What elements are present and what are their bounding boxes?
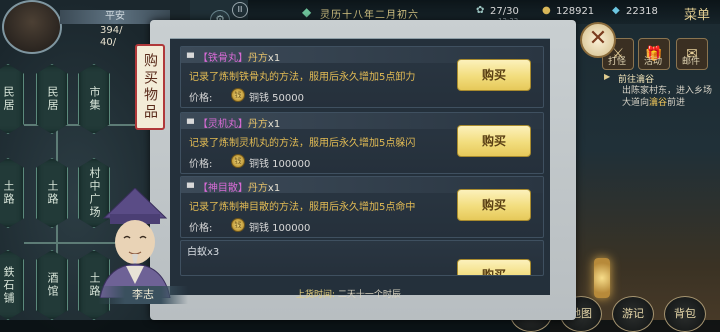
nav-bag-button[interactable]: 背包 [664,296,706,332]
stamina-icon: ✿ [476,5,485,16]
gem-balance: 22318 [626,6,658,17]
calendar-icon: ◆ [302,5,312,19]
quest-text: 前进 [667,98,686,108]
item-quantity: x1 [267,53,281,64]
quest-destination: 瀹谷 [649,98,668,108]
item-price: 铜钱 100000 [249,159,311,170]
copper-coin-icon: 钱 [231,88,245,102]
item-title: ▀ 【灵机丸】丹方x1 [187,115,280,130]
item-description: 记录了炼制神目散的方法，服用后永久增加5点命中 [189,202,416,213]
nav-journal-button[interactable]: 游记 [612,296,654,332]
copper-coin-icon: 钱 [231,218,245,232]
map-node-tavern[interactable]: 酒馆 [36,250,68,320]
shop-item: ▀ 【神目散】丹方x1 记录了炼制神目散的方法，服用后永久增加5点命中 价格: 钱… [180,176,544,238]
map-node-smithy[interactable]: 鉄石铺 [0,250,24,320]
map-node-minju[interactable]: 民居 [0,64,24,134]
map-node-dirt-road[interactable]: 土路 [0,158,24,228]
item-type: 丹方 [247,53,268,64]
item-description: 记录了炼制灵机丸的方法，服用后永久增加5点躲闪 [189,138,416,149]
item-description: 记录了炼制铁骨丸的方法，服用后永久增加5点卸力 [189,72,416,83]
quest-marker-icon: ▶ [604,72,611,81]
coin-balance: 128921 [556,6,595,17]
flag-icon: ▀ [187,120,194,130]
shop-item: 白蚁x3 购买 [180,240,544,276]
npc-portrait [99,188,171,298]
player-avatar[interactable] [2,0,62,54]
mp-value: 40/ [100,37,117,48]
shop-title-tab: 购买物品 [135,44,165,130]
quest-title[interactable]: 前往瀹谷 [618,72,654,85]
bottom-bar [0,320,720,332]
flag-icon: ▀ [187,54,194,64]
item-price: 铜钱 100000 [249,223,311,234]
price-label: 价格: [189,159,213,170]
npc-name: 李志 [98,286,188,304]
shop-item: ▀ 【灵机丸】丹方x1 记录了炼制灵机丸的方法，服用后永久增加5点躲闪 价格: 钱… [180,112,544,174]
item-title: ▀ 【神目散】丹方x1 [187,179,280,194]
item-name: 【神目散】 [197,183,248,194]
restock-value: 二天十一个时辰 [337,290,401,300]
menu-button[interactable]: 菜单 [684,4,710,23]
item-type: 丹方 [247,183,268,194]
mail-label: 邮件 [681,57,700,67]
restock-label: 上货时间: [296,290,336,300]
map-node-dirt-road[interactable]: 土路 [36,158,68,228]
close-button[interactable]: ✕ [580,22,616,58]
item-name: 【铁骨丸】 [197,53,248,64]
game-date: 灵历十八年二月初六 [320,10,419,21]
item-name: 白蚁x3 [187,247,220,258]
item-name: 【灵机丸】 [197,119,248,130]
buy-button[interactable]: 购买 [457,59,531,91]
buy-button[interactable]: 购买 [457,259,531,275]
price-label: 价格: [189,93,213,104]
map-node-minju[interactable]: 民居 [36,64,68,134]
item-quantity: x1 [267,119,281,130]
shop-item: ▀ 【铁骨丸】丹方x1 记录了炼制铁骨丸的方法，服用后永久增加5点卸力 价格: 钱… [180,46,544,108]
map-node-market[interactable]: 市集 [78,64,110,134]
item-price: 铜钱 50000 [249,93,304,104]
price-label: 价格: [189,223,213,234]
item-quantity: x1 [267,183,281,194]
stamina-value: 27/30 [490,6,519,17]
flag-icon: ▀ [187,184,194,194]
pause-icon[interactable]: II [232,2,248,18]
item-title: ▀ 【铁骨丸】丹方x1 [187,49,280,64]
quest-description[interactable]: 出陈家村东，进入乡场大道向瀹谷前进 [622,85,718,109]
buy-button[interactable]: 购买 [457,189,531,221]
activity-label: 活动 [643,57,662,67]
hp-value: 394/ [100,25,123,36]
restock-timer: 上货时间: 二天十一个时辰 [296,287,401,300]
copper-coin-icon: 钱 [231,154,245,168]
item-type: 丹方 [247,119,268,130]
gem-icon: ◆ [612,5,620,16]
buy-button[interactable]: 购买 [457,125,531,157]
lantern-icon [594,258,610,298]
coin-icon: ● [542,5,551,16]
